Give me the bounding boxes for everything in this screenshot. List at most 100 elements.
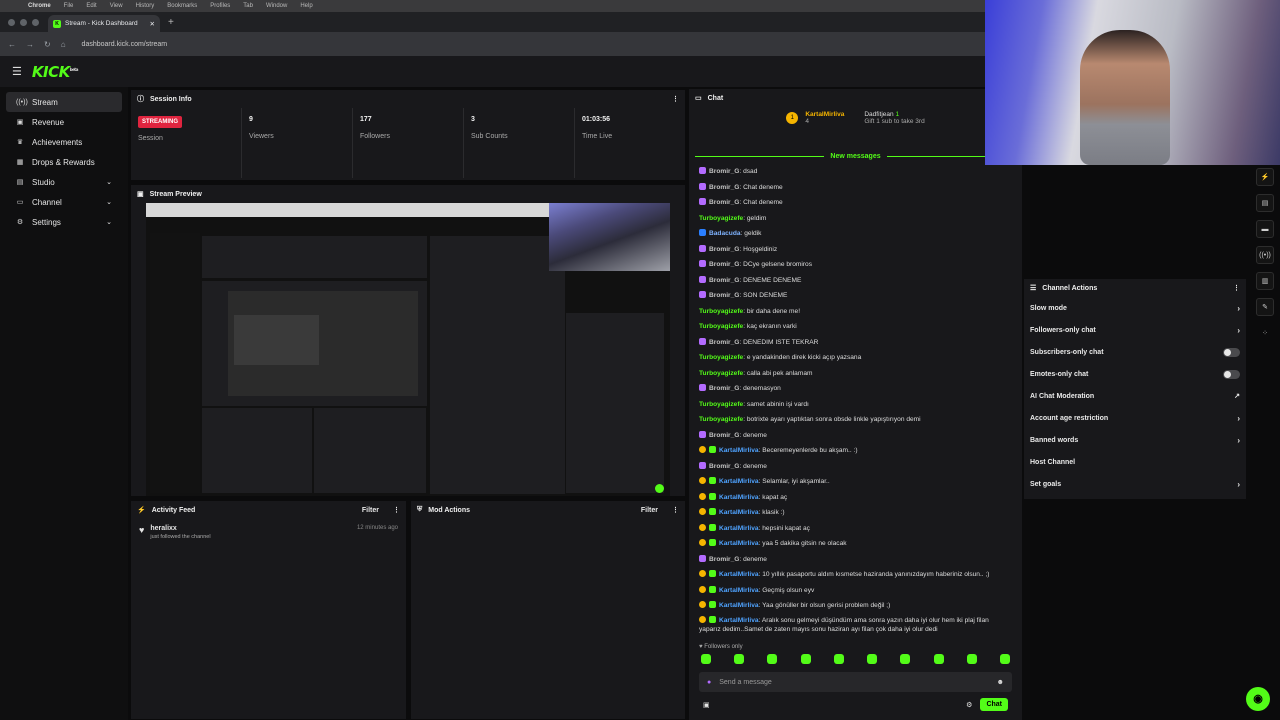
chat-message[interactable]: Turboyagizefe: calla abi pek anlamam — [699, 366, 1012, 382]
chat-username[interactable]: Bromir_G — [709, 432, 739, 439]
channel-action-host-channel[interactable]: Host Channel — [1024, 451, 1246, 473]
chat-message[interactable]: Bromir_G: DENEME DENEME — [699, 273, 1012, 289]
mac-menu-item[interactable]: Chrome — [28, 3, 51, 9]
mac-menu-item[interactable]: Profiles — [210, 3, 230, 9]
activity-filter-button[interactable]: Filter — [362, 507, 379, 514]
chat-message[interactable]: Bromir_G: deneme — [699, 459, 1012, 475]
chat-message[interactable]: Bromir_G: denemasyon — [699, 381, 1012, 397]
chat-bubble-icon[interactable]: ▬ — [1256, 220, 1274, 238]
chat-username[interactable]: KartalMirliva — [719, 587, 759, 594]
mac-menu-item[interactable]: Window — [266, 3, 287, 9]
channel-action-account-age-restriction[interactable]: Account age restriction › — [1024, 407, 1246, 429]
chat-message[interactable]: Bromir_G: DCye gelsene bromiros — [699, 257, 1012, 273]
chat-username[interactable]: KartalMirliva — [719, 478, 759, 485]
chat-message[interactable]: KartalMirliva: 10 yıllık pasaportu aldım… — [699, 567, 1012, 583]
chat-message[interactable]: KartalMirliva: klasik :) — [699, 505, 1012, 521]
chat-username[interactable]: Bromir_G — [709, 168, 739, 175]
chat-username[interactable]: Bromir_G — [709, 184, 739, 191]
menu-icon[interactable]: ☰ — [12, 65, 22, 78]
more-icon[interactable]: ⋮ — [672, 95, 679, 103]
chat-username[interactable]: KartalMirliva — [719, 509, 759, 516]
sidebar-item-studio[interactable]: ▤ Studio ⌄ — [6, 172, 122, 192]
gift-icon[interactable]: ▣ — [703, 701, 710, 709]
chat-message[interactable]: KartalMirliva: hepsini kapat aç — [699, 521, 1012, 537]
gear-icon[interactable]: ⚙ — [966, 701, 972, 709]
chat-message[interactable]: KartalMirliva: kapat aç — [699, 490, 1012, 506]
external-link-icon[interactable]: ↗ — [1234, 392, 1240, 400]
chat-username[interactable]: Bromir_G — [709, 556, 739, 563]
chat-message[interactable]: Bromir_G: DENEDIM ISTE TEKRAR — [699, 335, 1012, 351]
channel-action-ai-chat-moderation[interactable]: AI Chat Moderation ↗ — [1024, 385, 1246, 407]
chat-username[interactable]: Bromir_G — [709, 246, 739, 253]
chat-message[interactable]: Bromir_G: Hoşgeldiniz — [699, 242, 1012, 258]
channel-action-set-goals[interactable]: Set goals › — [1024, 473, 1246, 495]
kick-logo[interactable]: KICKbeta — [32, 63, 79, 81]
sidebar-item-channel[interactable]: ▭ Channel ⌄ — [6, 192, 122, 212]
toggle-switch[interactable] — [1223, 369, 1240, 379]
chat-username[interactable]: Turboyagizefe — [699, 215, 743, 222]
chat-message[interactable]: Bromir_G: Chat deneme — [699, 180, 1012, 196]
sidebar-item-stream[interactable]: ((•)) Stream — [6, 92, 122, 112]
chat-message[interactable]: Bromir_G: SON DENEME — [699, 288, 1012, 304]
chevron-right-icon[interactable]: › — [1237, 436, 1240, 445]
layout-icon[interactable]: ▥ — [1256, 272, 1274, 290]
chevron-right-icon[interactable]: › — [1237, 326, 1240, 335]
sidebar-item-settings[interactable]: ⚙ Settings ⌄ — [6, 212, 122, 232]
bolt-icon[interactable]: ⚡ — [1256, 168, 1274, 186]
forward-icon[interactable]: → — [26, 40, 34, 49]
chat-message[interactable]: KartalMirliva: Selamlar, iyi akşamlar.. — [699, 474, 1012, 490]
chat-username[interactable]: Turboyagizefe — [699, 401, 743, 408]
apps-icon[interactable]: ⁘ — [1256, 324, 1274, 342]
window-controls[interactable] — [0, 18, 48, 26]
broadcast-icon[interactable]: ((•)) — [1256, 246, 1274, 264]
chat-username[interactable]: Turboyagizefe — [699, 308, 743, 315]
send-chat-button[interactable]: Chat — [980, 698, 1008, 711]
chat-message[interactable]: Turboyagizefe: geldim — [699, 211, 1012, 227]
chat-username[interactable]: Bromir_G — [709, 277, 739, 284]
sidebar-item-drops[interactable]: ▦ Drops & Rewards — [6, 152, 122, 172]
chat-fab-button[interactable]: ◉ — [1246, 687, 1270, 711]
chat-username[interactable]: Bromir_G — [709, 463, 739, 470]
chat-message[interactable]: Turboyagizefe: kaç ekranın varki — [699, 319, 1012, 335]
chat-message[interactable]: Bromir_G: dsad — [699, 164, 1012, 180]
chat-username[interactable]: KartalMirliva — [719, 571, 759, 578]
chat-username[interactable]: Bromir_G — [709, 339, 739, 346]
chat-username[interactable]: KartalMirliva — [719, 525, 759, 532]
mac-menu-item[interactable]: View — [110, 3, 123, 9]
chat-username[interactable]: Turboyagizefe — [699, 354, 743, 361]
chat-message-list[interactable]: Bromir_G: dsad Bromir_G: Chat deneme Bromi… — [689, 160, 1022, 640]
chat-message[interactable]: KartalMirliva: Aralık sonu gelmeyi düşün… — [699, 614, 1012, 637]
chat-username[interactable]: Turboyagizefe — [699, 370, 743, 377]
channel-action-banned-words[interactable]: Banned words › — [1024, 429, 1246, 451]
emote-bar[interactable] — [689, 650, 1022, 668]
chat-message[interactable]: KartalMirliva: Becereme​yenlerde bu akşa… — [699, 443, 1012, 459]
chat-input[interactable]: ● Send a message ☻ — [699, 672, 1012, 692]
chat-username[interactable]: Turboyagizefe — [699, 323, 743, 330]
mac-menu-item[interactable]: Tab — [243, 3, 253, 9]
chevron-right-icon[interactable]: › — [1237, 304, 1240, 313]
channel-action-subscribers-only-chat[interactable]: Subscribers-only chat — [1024, 341, 1246, 363]
chat-username[interactable]: KartalMirliva — [719, 617, 759, 624]
sidebar-item-revenue[interactable]: ▣ Revenue — [6, 112, 122, 132]
channel-action-emotes-only-chat[interactable]: Emotes-only chat — [1024, 363, 1246, 385]
chat-message[interactable]: Turboyagizefe: botrixte ayarı yaptıktan … — [699, 412, 1012, 428]
document-icon[interactable]: ▤ — [1256, 194, 1274, 212]
browser-tab[interactable]: K Stream - Kick Dashboard ✕ — [48, 15, 160, 32]
chat-username[interactable]: Bromir_G — [709, 199, 739, 206]
chat-username[interactable]: Bromir_G — [709, 292, 739, 299]
chat-message[interactable]: Bromir_G: deneme — [699, 552, 1012, 568]
url-field[interactable]: dashboard.kick.com/stream — [82, 41, 168, 48]
new-messages-divider[interactable]: New messages — [689, 153, 1022, 160]
chat-username[interactable]: Bromir_G — [709, 385, 739, 392]
wrench-icon[interactable]: ✎ — [1256, 298, 1274, 316]
home-icon[interactable]: ⌂ — [61, 40, 66, 49]
more-icon[interactable]: ⋮ — [393, 506, 400, 514]
chat-message[interactable]: Turboyagizefe: e yandakinden direk kicki… — [699, 350, 1012, 366]
chat-username[interactable]: Turboyagizefe — [699, 416, 743, 423]
mac-menu-item[interactable]: Edit — [86, 3, 96, 9]
mac-menu-item[interactable]: History — [136, 3, 155, 9]
mac-menu-item[interactable]: Bookmarks — [167, 3, 197, 9]
chat-username[interactable]: KartalMirliva — [719, 540, 759, 547]
chat-username[interactable]: Bromir_G — [709, 261, 739, 268]
emoji-icon[interactable]: ☻ — [997, 679, 1004, 686]
